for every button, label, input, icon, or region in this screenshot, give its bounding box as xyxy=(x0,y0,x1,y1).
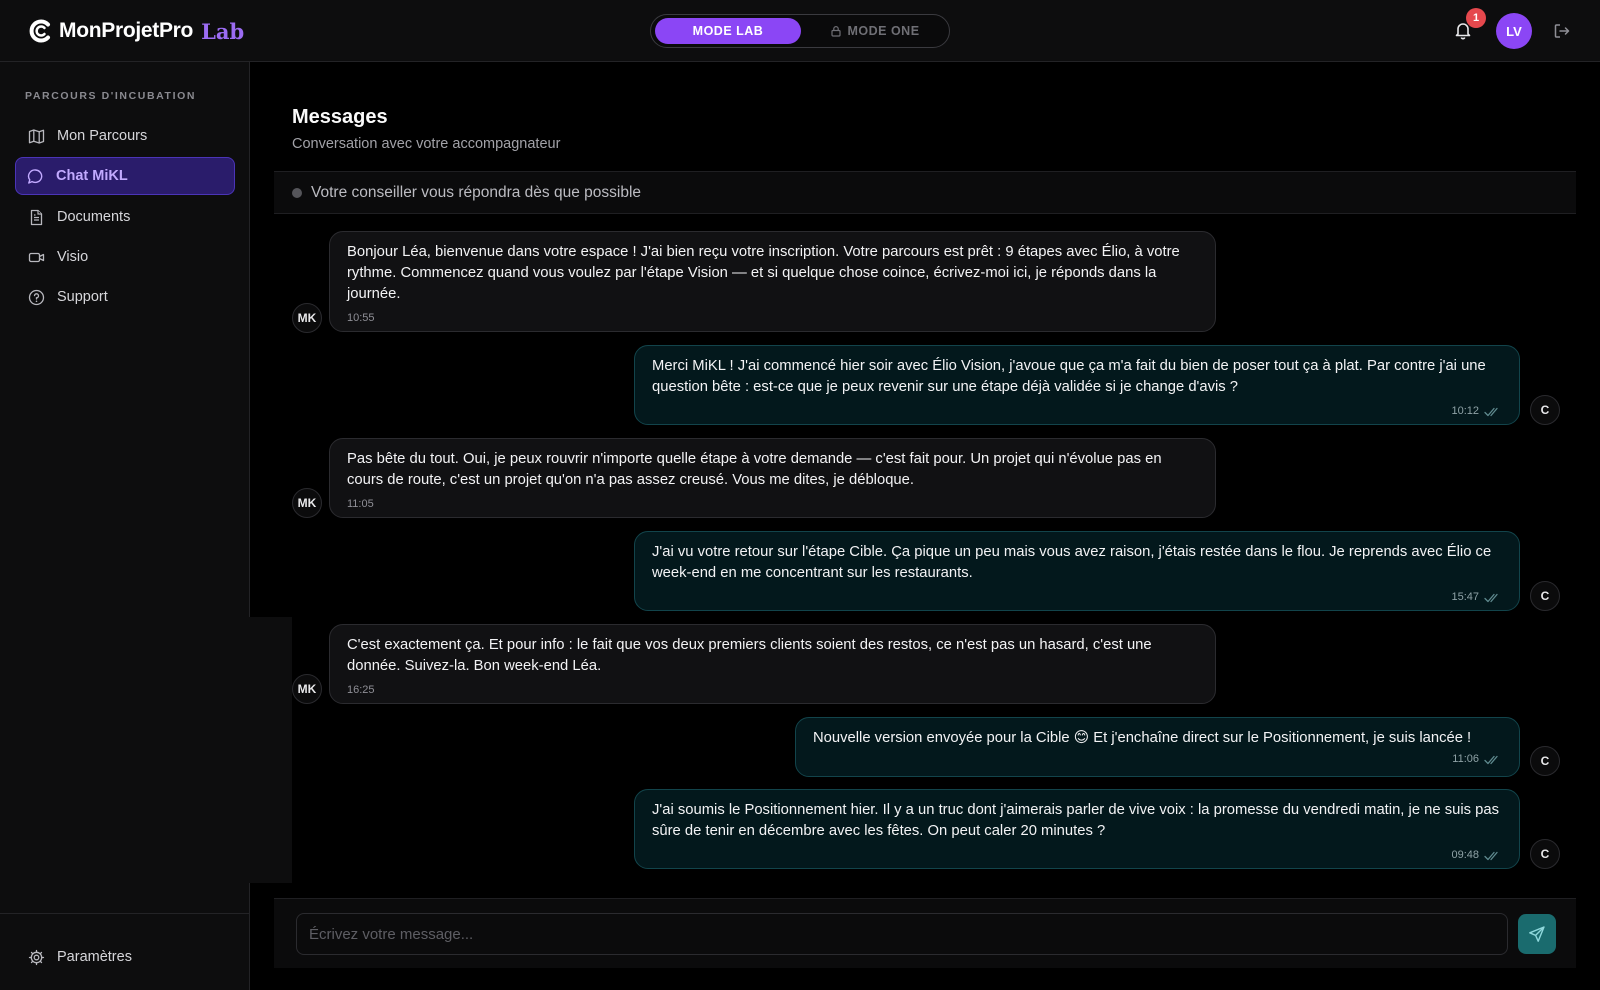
sidebar-item-support[interactable]: Support xyxy=(15,278,235,316)
double-check-icon xyxy=(1484,755,1498,764)
page-title: Messages xyxy=(292,106,388,128)
lock-icon xyxy=(831,26,842,37)
client-avatar: C xyxy=(1530,581,1560,611)
sidebar-divider xyxy=(0,913,250,914)
message-bubble: Nouvelle version envoyée pour la Cible 😊… xyxy=(795,717,1520,777)
notification-badge: 1 xyxy=(1466,8,1486,28)
video-icon xyxy=(28,252,45,262)
advisor-avatar: MK xyxy=(292,674,322,704)
client-avatar: C xyxy=(1530,746,1560,776)
mode-toggle: MODE LAB MODE ONE xyxy=(650,14,950,48)
message-bubble: C'est exactement ça. Et pour info : le f… xyxy=(329,624,1216,704)
send-icon xyxy=(1529,926,1545,942)
message-bubble: Pas bête du tout. Oui, je peux rouvrir n… xyxy=(329,438,1216,518)
brand-name: MonProjetPro xyxy=(59,19,194,42)
brand-suffix: Lab xyxy=(201,18,245,44)
message-bubble: Merci MiKL ! J'ai commencé hier soir ave… xyxy=(634,345,1520,425)
top-bar: MonProjetPro Lab MODE LAB MODE ONE 1 LV xyxy=(0,0,1600,62)
message-bubble: J'ai vu votre retour sur l'étape Cible. … xyxy=(634,531,1520,611)
brand-logo[interactable]: MonProjetPro Lab xyxy=(28,16,244,46)
send-button[interactable] xyxy=(1518,914,1556,954)
brand-mark-icon xyxy=(29,19,50,43)
mode-one-button[interactable]: MODE ONE xyxy=(803,18,947,44)
message-text: Merci MiKL ! J'ai commencé hier soir ave… xyxy=(652,358,1486,395)
message-bubble: J'ai soumis le Positionnement hier. Il y… xyxy=(634,789,1520,869)
sidebar-item-chat-mikl[interactable]: Chat MiKL xyxy=(15,157,235,195)
chat-bubble-icon xyxy=(27,168,43,184)
help-circle-icon xyxy=(28,289,45,305)
document-icon xyxy=(30,209,43,225)
double-check-icon xyxy=(1484,407,1498,416)
mode-lab-button[interactable]: MODE LAB xyxy=(655,18,801,44)
message-text: Nouvelle version envoyée pour la Cible 😊… xyxy=(813,730,1472,746)
message-text: Pas bête du tout. Oui, je peux rouvrir n… xyxy=(347,451,1162,488)
sidebar-item-label: Visio xyxy=(57,249,89,265)
user-avatar[interactable]: LV xyxy=(1496,13,1532,49)
status-dot xyxy=(292,187,302,198)
message-text: C'est exactement ça. Et pour info : le f… xyxy=(347,637,1152,674)
double-check-icon xyxy=(1484,593,1498,602)
settings-label: Paramètres xyxy=(57,949,132,965)
message-text: Bonjour Léa, bienvenue dans votre espace… xyxy=(347,244,1180,302)
sidebar-item-mon-parcours[interactable]: Mon Parcours xyxy=(15,117,235,155)
sidebar-item-label: Mon Parcours xyxy=(57,128,148,144)
client-avatar: C xyxy=(1530,839,1560,869)
page-subtitle: Conversation avec votre accompagnateur xyxy=(292,136,561,152)
sidebar-item-visio[interactable]: Visio xyxy=(15,238,235,276)
message-input[interactable] xyxy=(296,913,1508,955)
sidebar-item-settings[interactable]: Paramètres xyxy=(15,938,235,976)
sidebar-item-label: Chat MiKL xyxy=(56,168,128,184)
message-time: 15:47 xyxy=(1451,591,1479,603)
message-composer xyxy=(274,898,1576,968)
mode-one-label: MODE ONE xyxy=(847,24,920,38)
message-bubble: Bonjour Léa, bienvenue dans votre espace… xyxy=(329,231,1216,332)
gear-icon xyxy=(28,949,45,965)
sidebar-overlay-panel xyxy=(0,617,292,883)
advisor-status-text: Votre conseiller vous répondra dès que p… xyxy=(311,183,642,201)
sidebar-heading: PARCOURS D'INCUBATION xyxy=(25,90,197,102)
advisor-avatar: MK xyxy=(292,303,322,333)
message-text: J'ai vu votre retour sur l'étape Cible. … xyxy=(652,544,1492,581)
message-time: 09:48 xyxy=(1451,849,1479,861)
message-text: J'ai soumis le Positionnement hier. Il y… xyxy=(652,802,1500,839)
advisor-status-bar: Votre conseiller vous répondra dès que p… xyxy=(274,171,1576,214)
sidebar-item-label: Documents xyxy=(57,209,131,225)
message-time: 10:55 xyxy=(347,312,375,324)
message-time: 11:05 xyxy=(347,498,374,510)
logout-icon[interactable] xyxy=(1552,21,1572,41)
sidebar-item-documents[interactable]: Documents xyxy=(15,198,235,236)
message-time: 11:06 xyxy=(1452,753,1479,765)
message-time: 16:25 xyxy=(347,684,375,696)
double-check-icon xyxy=(1484,851,1498,860)
sidebar-item-label: Support xyxy=(57,289,108,305)
client-avatar: C xyxy=(1530,395,1560,425)
message-time: 10:12 xyxy=(1451,405,1479,417)
map-icon xyxy=(28,128,45,144)
advisor-avatar: MK xyxy=(292,488,322,518)
